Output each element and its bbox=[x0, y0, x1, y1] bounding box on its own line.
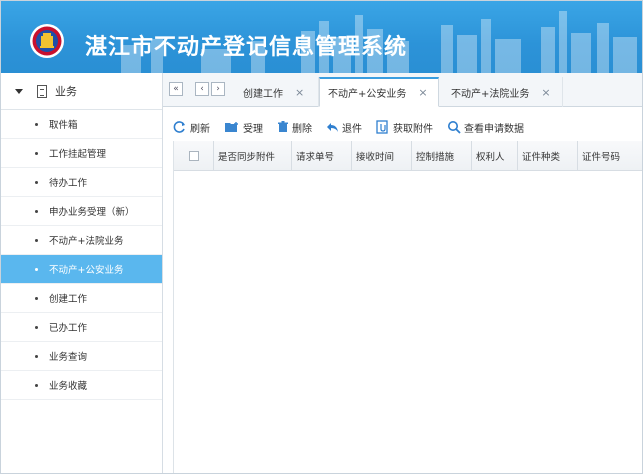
sidebar-item-label: 业务查询 bbox=[49, 352, 88, 363]
column-header[interactable]: 证件种类 bbox=[518, 140, 578, 171]
column-header[interactable]: 是否同步附件 bbox=[214, 140, 292, 171]
get-attachment-label: 获取附件 bbox=[393, 123, 433, 135]
sidebar-item-label: 业务收藏 bbox=[49, 381, 88, 392]
bullet-icon bbox=[35, 354, 38, 358]
grid-header-row: 是否同步附件 请求单号 接收时间 控制措施 权利人 证件种类 证件号码 bbox=[174, 140, 642, 171]
bullet-icon bbox=[35, 122, 38, 126]
sidebar-item-label: 待办工作 bbox=[49, 178, 88, 189]
return-button[interactable]: 退件 bbox=[326, 120, 362, 135]
bullet-icon bbox=[35, 267, 38, 271]
tab-label: 创建工作 bbox=[243, 88, 283, 100]
sidebar-item-court-business[interactable]: 不动产+法院业务 bbox=[1, 226, 162, 255]
tab-court-business[interactable]: 不动产+法院业务 × bbox=[443, 77, 563, 107]
column-header[interactable]: 权利人 bbox=[472, 140, 518, 171]
sidebar-item-business-query[interactable]: 业务查询 bbox=[1, 342, 162, 371]
sidebar-item-label: 不动产+公安业务 bbox=[49, 265, 124, 276]
tab-label: 不动产+公安业务 bbox=[328, 89, 407, 100]
sidebar-item-suspended-work[interactable]: 工作挂起管理 bbox=[1, 139, 162, 168]
sidebar-item-business-favorites[interactable]: 业务收藏 bbox=[1, 371, 162, 400]
select-all-checkbox[interactable] bbox=[188, 150, 199, 161]
bullet-icon bbox=[35, 325, 38, 329]
tab-bar: « ‹ › 创建工作 × 不动产+公安业务 × 不动产+法院业务 × bbox=[163, 73, 642, 107]
sidebar-item-label: 已办工作 bbox=[49, 323, 88, 334]
government-emblem-icon bbox=[30, 24, 64, 58]
tab-police-business[interactable]: 不动产+公安业务 × bbox=[319, 77, 439, 107]
view-application-button[interactable]: 查看申请数据 bbox=[447, 120, 524, 135]
select-all-cell bbox=[174, 140, 214, 171]
trash-icon bbox=[278, 121, 288, 132]
refresh-icon bbox=[173, 121, 185, 133]
refresh-button[interactable]: 刷新 bbox=[173, 120, 210, 135]
return-label: 退件 bbox=[342, 123, 362, 135]
bullet-icon bbox=[35, 209, 38, 213]
accept-button[interactable]: 受理 bbox=[224, 120, 263, 135]
bullet-icon bbox=[35, 296, 38, 300]
sidebar-item-create-work[interactable]: 创建工作 bbox=[1, 284, 162, 313]
bullet-icon bbox=[35, 383, 38, 387]
document-icon bbox=[37, 84, 47, 98]
sidebar-item-pickup-box[interactable]: 取件箱 bbox=[1, 110, 162, 139]
tab-scroll-next-button[interactable]: › bbox=[211, 82, 225, 96]
sidebar-item-todo-work[interactable]: 待办工作 bbox=[1, 168, 162, 197]
column-header[interactable]: 接收时间 bbox=[352, 140, 412, 171]
page-title: 湛江市不动产登记信息管理系统 bbox=[85, 35, 408, 60]
sidebar: 业务 取件箱 工作挂起管理 待办工作 申办业务受理（新） 不动产+法院业务 不动… bbox=[1, 73, 163, 473]
accept-label: 受理 bbox=[243, 123, 263, 135]
sidebar-section-header[interactable]: 业务 bbox=[1, 73, 162, 110]
sidebar-section-label: 业务 bbox=[55, 85, 77, 98]
toolbar: 刷新 受理 删除 退件 获取附件 查看申请数据 bbox=[173, 115, 642, 139]
search-icon bbox=[448, 121, 461, 134]
sidebar-menu: 取件箱 工作挂起管理 待办工作 申办业务受理（新） 不动产+法院业务 不动产+公… bbox=[1, 110, 162, 400]
sidebar-item-label: 不动产+法院业务 bbox=[49, 236, 124, 247]
app-header: 湛江市不动产登记信息管理系统 bbox=[1, 1, 642, 73]
sidebar-item-done-work[interactable]: 已办工作 bbox=[1, 313, 162, 342]
tab-scroll-first-button[interactable]: « bbox=[169, 82, 183, 96]
folder-plus-icon bbox=[225, 122, 238, 132]
get-attachment-button[interactable]: 获取附件 bbox=[376, 120, 433, 135]
column-header[interactable]: 请求单号 bbox=[292, 140, 352, 171]
tab-scroll-prev-button[interactable]: ‹ bbox=[195, 82, 209, 96]
close-icon[interactable]: × bbox=[418, 86, 427, 99]
app-window: 湛江市不动产登记信息管理系统 业务 取件箱 工作挂起管理 待办工作 申办业务受理… bbox=[0, 0, 643, 474]
sidebar-item-police-business[interactable]: 不动产+公安业务 bbox=[1, 255, 162, 284]
return-arrow-icon bbox=[327, 123, 338, 132]
data-grid: 是否同步附件 请求单号 接收时间 控制措施 权利人 证件种类 证件号码 bbox=[173, 140, 642, 473]
caret-down-icon bbox=[15, 88, 23, 94]
bullet-icon bbox=[35, 180, 38, 184]
sidebar-item-application-accept[interactable]: 申办业务受理（新） bbox=[1, 197, 162, 226]
bullet-icon bbox=[35, 151, 38, 155]
close-icon[interactable]: × bbox=[541, 86, 550, 99]
tab-create-work[interactable]: 创建工作 × bbox=[235, 77, 319, 107]
column-header[interactable]: 控制措施 bbox=[412, 140, 472, 171]
delete-label: 删除 bbox=[292, 123, 312, 135]
sidebar-item-label: 工作挂起管理 bbox=[49, 149, 107, 160]
tab-label: 不动产+法院业务 bbox=[451, 88, 530, 100]
attachment-doc-icon bbox=[376, 120, 388, 134]
close-icon[interactable]: × bbox=[295, 86, 304, 99]
view-application-label: 查看申请数据 bbox=[464, 123, 524, 135]
sidebar-item-label: 取件箱 bbox=[49, 120, 78, 131]
refresh-label: 刷新 bbox=[190, 123, 210, 135]
sidebar-item-label: 申办业务受理（新） bbox=[49, 207, 135, 218]
bullet-icon bbox=[35, 238, 38, 242]
sidebar-item-label: 创建工作 bbox=[49, 294, 88, 305]
delete-button[interactable]: 删除 bbox=[277, 120, 312, 135]
column-header[interactable]: 证件号码 bbox=[578, 141, 634, 171]
